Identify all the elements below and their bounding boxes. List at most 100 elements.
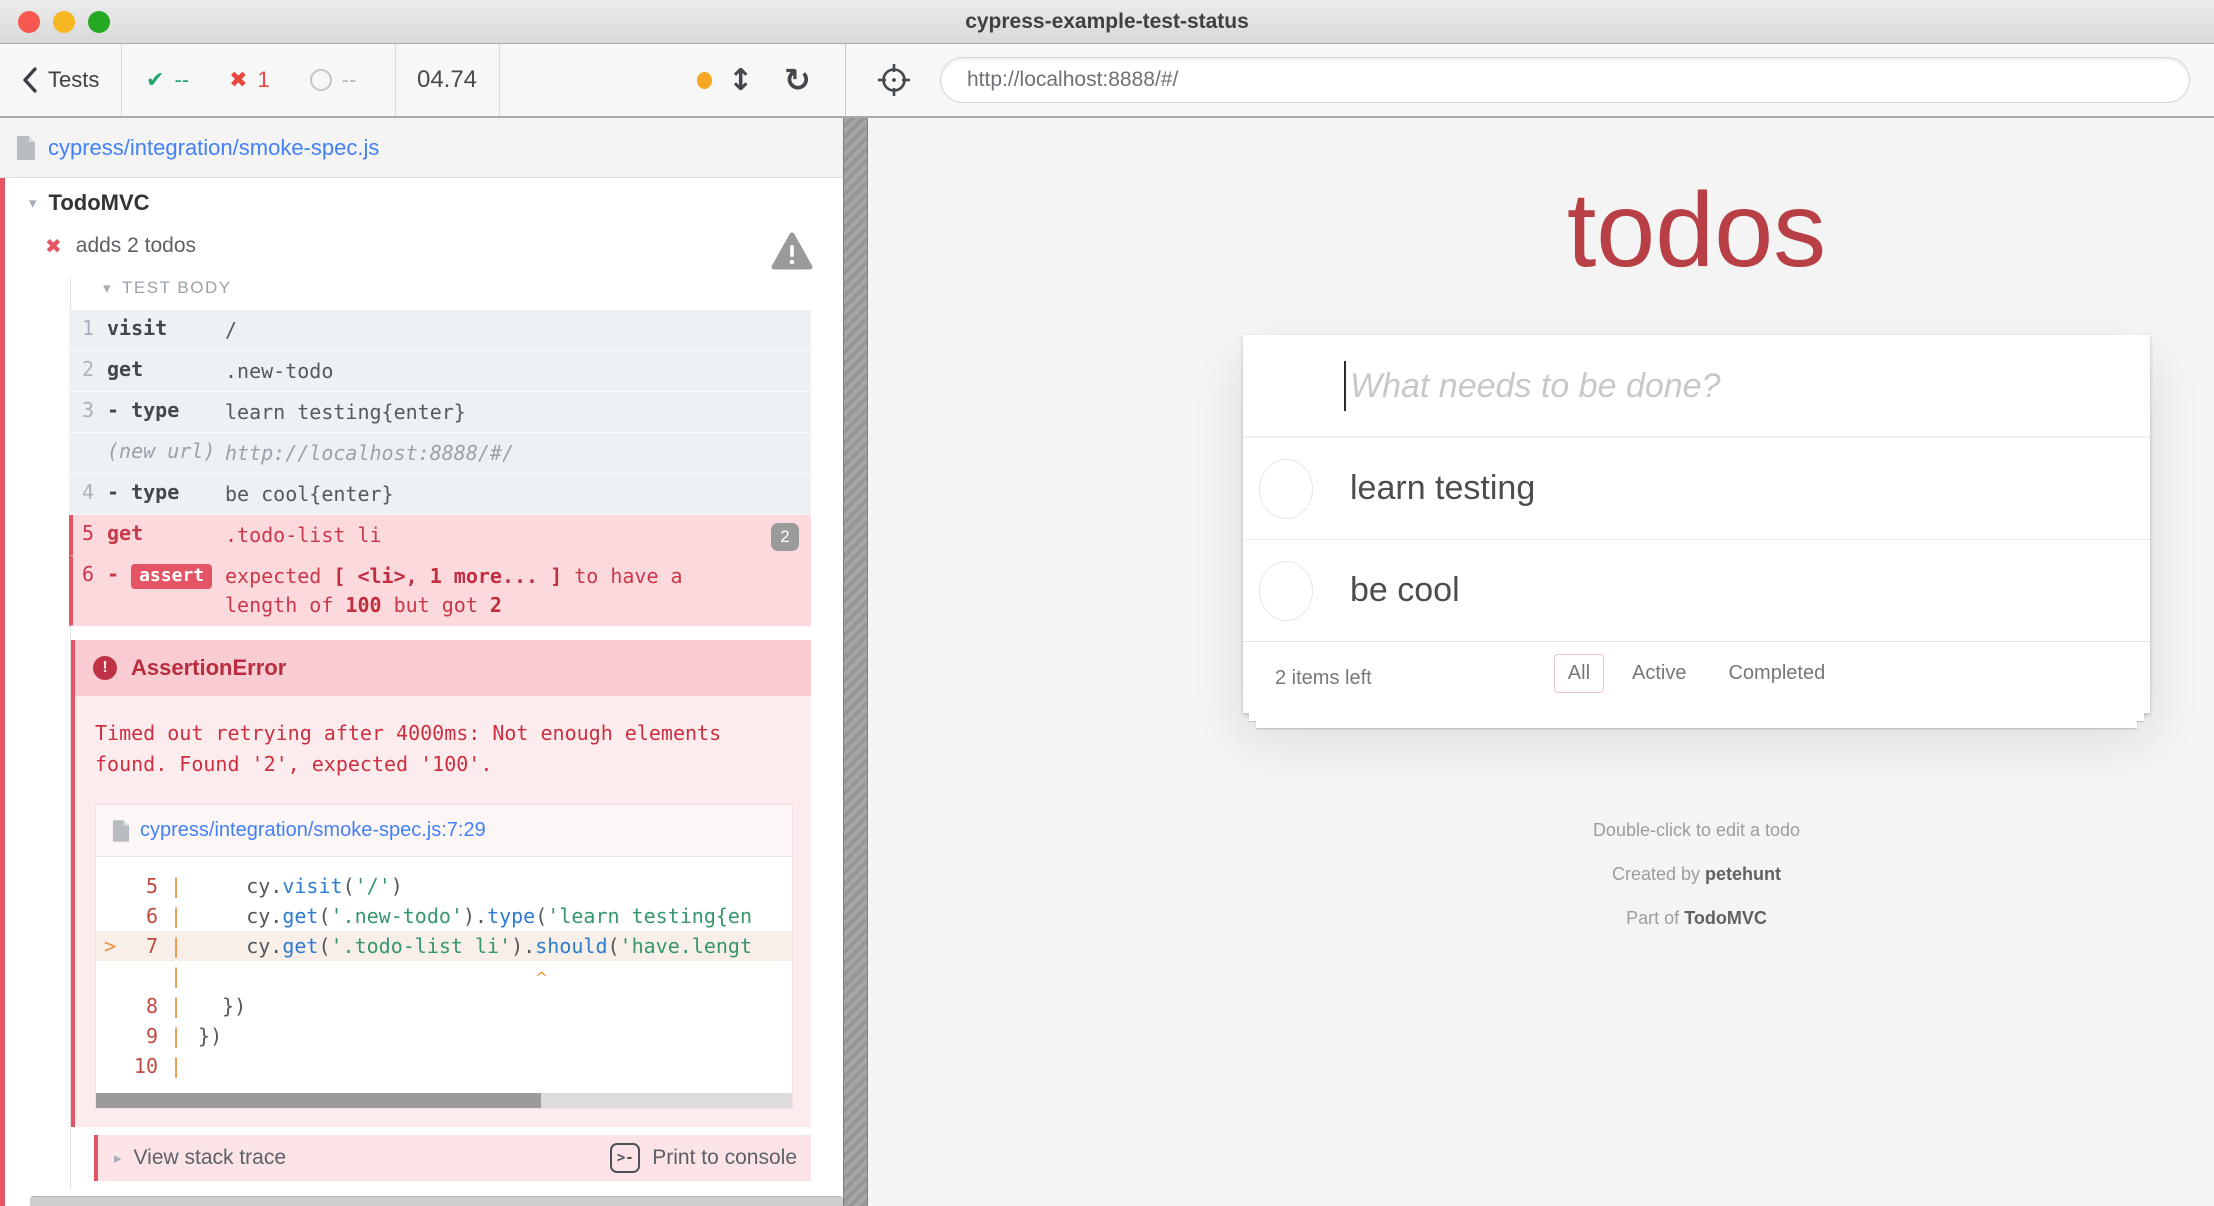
- command-message: learn testing{enter}: [225, 398, 811, 427]
- panel-resize-handle[interactable]: [843, 118, 868, 1206]
- todo-item[interactable]: be cool: [1243, 539, 2150, 641]
- code-text: }): [198, 991, 246, 1021]
- collapse-caret-icon: ▾: [103, 279, 112, 297]
- gutter-pipe: |: [170, 931, 198, 961]
- code-text: cy.get('.todo-list li').should('have.len…: [198, 931, 752, 961]
- credit-line: Created by petehunt: [1243, 862, 2150, 886]
- test-attempt: ▾ TEST BODY 1visit/2get.new-todo3- typel…: [70, 278, 843, 1189]
- command-row[interactable]: 4- typebe cool{enter}: [69, 474, 811, 515]
- message-part: expected: [225, 564, 333, 588]
- selector-playground-button[interactable]: [876, 44, 912, 116]
- x-icon: ✖: [229, 68, 247, 93]
- code-text: }): [198, 1021, 222, 1051]
- message-part: 2: [490, 593, 502, 617]
- viewport-indicator: ↕: [697, 44, 753, 116]
- code-line: 8| }): [96, 991, 792, 1021]
- code-token: '.todo-list li': [331, 934, 512, 958]
- command-message: expected [ <li>, 1 more... ] to have a l…: [225, 562, 725, 620]
- test-title: adds 2 todos: [76, 234, 196, 258]
- test-timer: 04.74: [396, 44, 498, 116]
- view-stack-trace-button[interactable]: ▸ View stack trace: [114, 1146, 286, 1170]
- spec-file-link[interactable]: cypress/integration/smoke-spec.js: [48, 135, 379, 161]
- close-window-button[interactable]: [18, 11, 40, 33]
- code-frame: cypress/integration/smoke-spec.js:7:29 5…: [95, 804, 793, 1109]
- new-todo-input[interactable]: What needs to be done?: [1243, 335, 2150, 437]
- command-row[interactable]: 5get.todo-list li2: [69, 515, 811, 556]
- command-name: - type: [107, 398, 225, 422]
- error-bang-icon: !: [93, 656, 117, 680]
- test-body-header[interactable]: ▾ TEST BODY: [103, 278, 843, 298]
- line-number: 9: [124, 1021, 170, 1051]
- toolbar-separator: [499, 44, 500, 116]
- command-name: (new url): [107, 439, 225, 463]
- viewport-resize-icon: ↕: [728, 63, 753, 98]
- code-token: type: [487, 904, 535, 928]
- reporter-horizontal-scrollbar[interactable]: [30, 1196, 843, 1206]
- command-name: - assert: [107, 562, 225, 586]
- message-part: 100: [345, 593, 381, 617]
- credit-line: Double-click to edit a todo: [1243, 818, 2150, 842]
- filter-active[interactable]: Active: [1618, 654, 1700, 693]
- code-frame-body: 5| cy.visit('/')6| cy.get('.new-todo').t…: [96, 857, 792, 1108]
- code-token: (: [318, 934, 330, 958]
- minimize-window-button[interactable]: [53, 11, 75, 33]
- filter-all[interactable]: All: [1554, 654, 1604, 693]
- todo-list: learn testingbe cool: [1243, 437, 2150, 641]
- expand-caret-icon: ▸: [114, 1149, 122, 1167]
- gutter-pipe: |: [170, 1051, 198, 1081]
- line-number: 5: [124, 871, 170, 901]
- command-number: 4: [69, 480, 107, 504]
- collapse-caret-icon: ▾: [29, 194, 37, 212]
- code-token: get: [282, 904, 318, 928]
- test-row[interactable]: ✖ adds 2 todos: [45, 234, 843, 258]
- code-frame-file-link[interactable]: cypress/integration/smoke-spec.js:7:29: [140, 819, 486, 842]
- back-to-tests-button[interactable]: Tests: [22, 44, 99, 116]
- terminal-icon: >-: [610, 1143, 640, 1173]
- filter-completed[interactable]: Completed: [1714, 654, 1839, 693]
- todo-toggle-checkbox[interactable]: [1259, 459, 1313, 519]
- todo-toggle-checkbox[interactable]: [1259, 561, 1313, 621]
- code-token: cy.: [198, 934, 282, 958]
- code-token: ): [391, 874, 403, 898]
- scrollbar-thumb[interactable]: [96, 1093, 541, 1108]
- text-cursor: [1344, 361, 1346, 411]
- zoom-window-button[interactable]: [88, 11, 110, 33]
- window-titlebar: cypress-example-test-status: [0, 0, 2214, 44]
- command-row[interactable]: 6- assertexpected [ <li>, 1 more... ] to…: [69, 556, 811, 626]
- code-token: }): [198, 994, 246, 1018]
- line-number: 7: [124, 931, 170, 961]
- toolbar-separator: [121, 44, 122, 116]
- url-input[interactable]: http://localhost:8888/#/: [940, 57, 2190, 103]
- code-line: >7| cy.get('.todo-list li').should('have…: [96, 931, 792, 961]
- command-name: get: [107, 357, 225, 381]
- error-body: Timed out retrying after 4000ms: Not eno…: [75, 696, 811, 1127]
- command-row[interactable]: 1visit/: [69, 310, 811, 351]
- code-token: visit: [282, 874, 342, 898]
- test-body-label: TEST BODY: [122, 278, 232, 298]
- refresh-button[interactable]: ↻: [784, 44, 811, 116]
- credit-link[interactable]: petehunt: [1705, 864, 1781, 884]
- pending-stat: --: [310, 67, 357, 93]
- print-to-console-button[interactable]: >- Print to console: [610, 1143, 797, 1173]
- command-row[interactable]: 3- typelearn testing{enter}: [69, 392, 811, 433]
- pending-count: --: [342, 67, 357, 93]
- code-horizontal-scrollbar[interactable]: [96, 1093, 792, 1108]
- test-failed-x-icon: ✖: [45, 234, 62, 258]
- crosshair-icon: [876, 62, 912, 98]
- print-to-console-label: Print to console: [652, 1146, 797, 1170]
- todo-item[interactable]: learn testing: [1243, 437, 2150, 539]
- command-number: 5: [73, 521, 107, 545]
- code-token: [198, 964, 535, 988]
- passed-count: --: [174, 67, 189, 93]
- code-line: 5| cy.visit('/'): [96, 871, 792, 901]
- code-text: ^: [198, 961, 548, 991]
- credit-link[interactable]: TodoMVC: [1684, 908, 1767, 928]
- suite-row[interactable]: ▾ TodoMVC: [29, 190, 843, 216]
- command-number: 2: [69, 357, 107, 381]
- command-list: 1visit/2get.new-todo3- typelearn testing…: [69, 310, 811, 626]
- tests-label: Tests: [48, 67, 99, 93]
- code-token: (: [343, 874, 355, 898]
- command-row[interactable]: (new url)http://localhost:8888/#/: [69, 433, 811, 474]
- command-row[interactable]: 2get.new-todo: [69, 351, 811, 392]
- assertion-error-block: ! AssertionError Timed out retrying afte…: [71, 640, 811, 1127]
